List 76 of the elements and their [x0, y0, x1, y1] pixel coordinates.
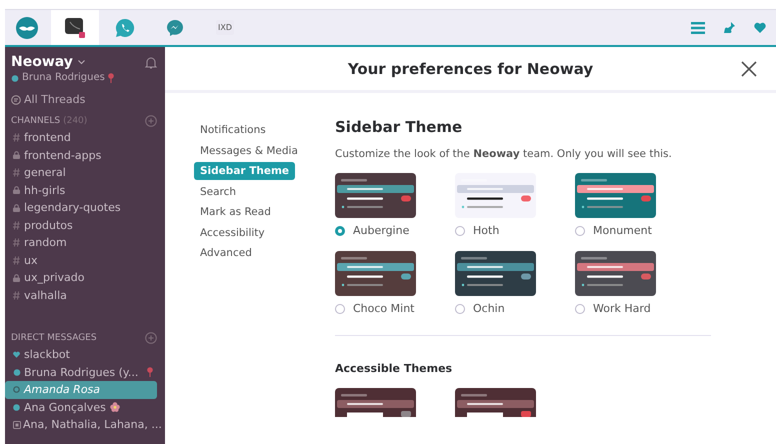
channel-item[interactable]: frontend — [11, 129, 157, 146]
status-icon — [11, 74, 19, 82]
channel-item[interactable]: legendary-quotes — [11, 199, 157, 216]
user-name: Bruna Rodrigues — [22, 72, 105, 83]
lock-icon — [13, 274, 20, 282]
channel-item[interactable]: frontend-apps — [11, 146, 157, 164]
nav-item[interactable]: Sidebar Theme — [194, 162, 295, 180]
theme-preview[interactable] — [335, 388, 416, 417]
nav-item[interactable]: Notifications — [194, 120, 295, 140]
channel-item[interactable]: hh-girls — [11, 182, 157, 199]
heart-icon — [13, 351, 20, 358]
direct-message-item[interactable]: Amanda Rosa — [5, 381, 157, 398]
hash-icon — [13, 256, 20, 265]
phone-bubble-icon — [115, 18, 135, 38]
hash-icon — [13, 238, 20, 248]
theme-preview[interactable] — [335, 251, 416, 296]
channel-item[interactable]: random — [11, 234, 157, 252]
theme-radio[interactable]: Aubergine — [335, 224, 410, 237]
mascot-icon — [16, 16, 38, 38]
direct-message-item[interactable]: Ana Gonçalves — [11, 398, 157, 416]
lock-icon — [13, 186, 20, 194]
pin-icon[interactable] — [723, 21, 736, 34]
theme-preview[interactable] — [335, 173, 416, 218]
workspace-icon — [64, 16, 86, 38]
online-dot-icon — [13, 404, 20, 411]
description-text: Customize the look of the Neoway team. Only you will see this. — [335, 148, 673, 160]
workspace-label: IXD — [216, 20, 234, 35]
direct-message-item[interactable]: Bruna Rodrigues (y... — [11, 364, 157, 381]
theme-radio[interactable]: Ochin — [455, 302, 505, 315]
channel-item[interactable]: general — [11, 164, 157, 182]
pin-emoji-icon — [147, 367, 153, 378]
channel-item[interactable]: produtos — [11, 216, 157, 234]
theme-radio[interactable]: Monument — [575, 224, 652, 237]
channel-item[interactable]: valhalla — [11, 286, 157, 304]
channel-item[interactable]: ux_privado — [11, 269, 157, 286]
section-heading[interactable]: CHANNELS — [11, 116, 60, 126]
theme-preview[interactable] — [455, 388, 536, 417]
nav-item[interactable]: Advanced — [194, 243, 295, 264]
pin-emoji-icon — [108, 72, 114, 82]
theme-radio[interactable]: Work Hard — [575, 302, 651, 315]
section-title: Sidebar Theme — [335, 118, 464, 136]
flower-icon — [110, 402, 120, 412]
status-icon — [13, 368, 21, 376]
dialog-title: Your preferences for Neoway — [348, 60, 594, 78]
bell-icon[interactable] — [145, 56, 157, 68]
caret-icon[interactable] — [78, 60, 85, 64]
threads-icon — [11, 94, 21, 104]
chat-bubble-icon — [166, 18, 184, 36]
channel-item[interactable]: ux — [11, 252, 157, 269]
nav-item[interactable]: Mark as Read — [194, 202, 295, 222]
theme-radio[interactable]: Choco Mint — [335, 302, 414, 315]
hash-icon — [13, 168, 20, 178]
menu-icon[interactable] — [691, 22, 705, 34]
theme-radio[interactable]: Hoth — [455, 224, 500, 237]
all-threads-item[interactable]: All Threads — [11, 93, 157, 106]
team-name[interactable]: Neoway — [11, 54, 73, 70]
away-dot-icon — [13, 386, 20, 394]
nav-item[interactable]: Search — [194, 182, 295, 202]
lock-icon — [13, 204, 20, 212]
hash-icon — [13, 220, 20, 230]
theme-preview[interactable] — [575, 251, 656, 296]
nav-item[interactable]: Accessibility — [194, 222, 295, 243]
hash-icon — [13, 133, 20, 142]
close-icon[interactable] — [741, 61, 757, 77]
nav-item[interactable]: Messages & Media — [194, 140, 295, 161]
lock-icon — [13, 151, 20, 160]
heart-icon[interactable] — [754, 22, 766, 33]
section-heading[interactable]: DIRECT MESSAGES — [11, 333, 97, 343]
theme-preview[interactable] — [575, 173, 656, 218]
theme-preview[interactable] — [455, 251, 536, 296]
direct-message-item[interactable]: slackbot — [11, 346, 157, 364]
workspace-tab[interactable] — [51, 10, 99, 45]
section-heading: Accessible Themes — [335, 362, 454, 375]
workspace-tab[interactable]: IXD — [201, 10, 249, 45]
hash-icon — [13, 290, 20, 300]
group-icon — [13, 420, 21, 429]
